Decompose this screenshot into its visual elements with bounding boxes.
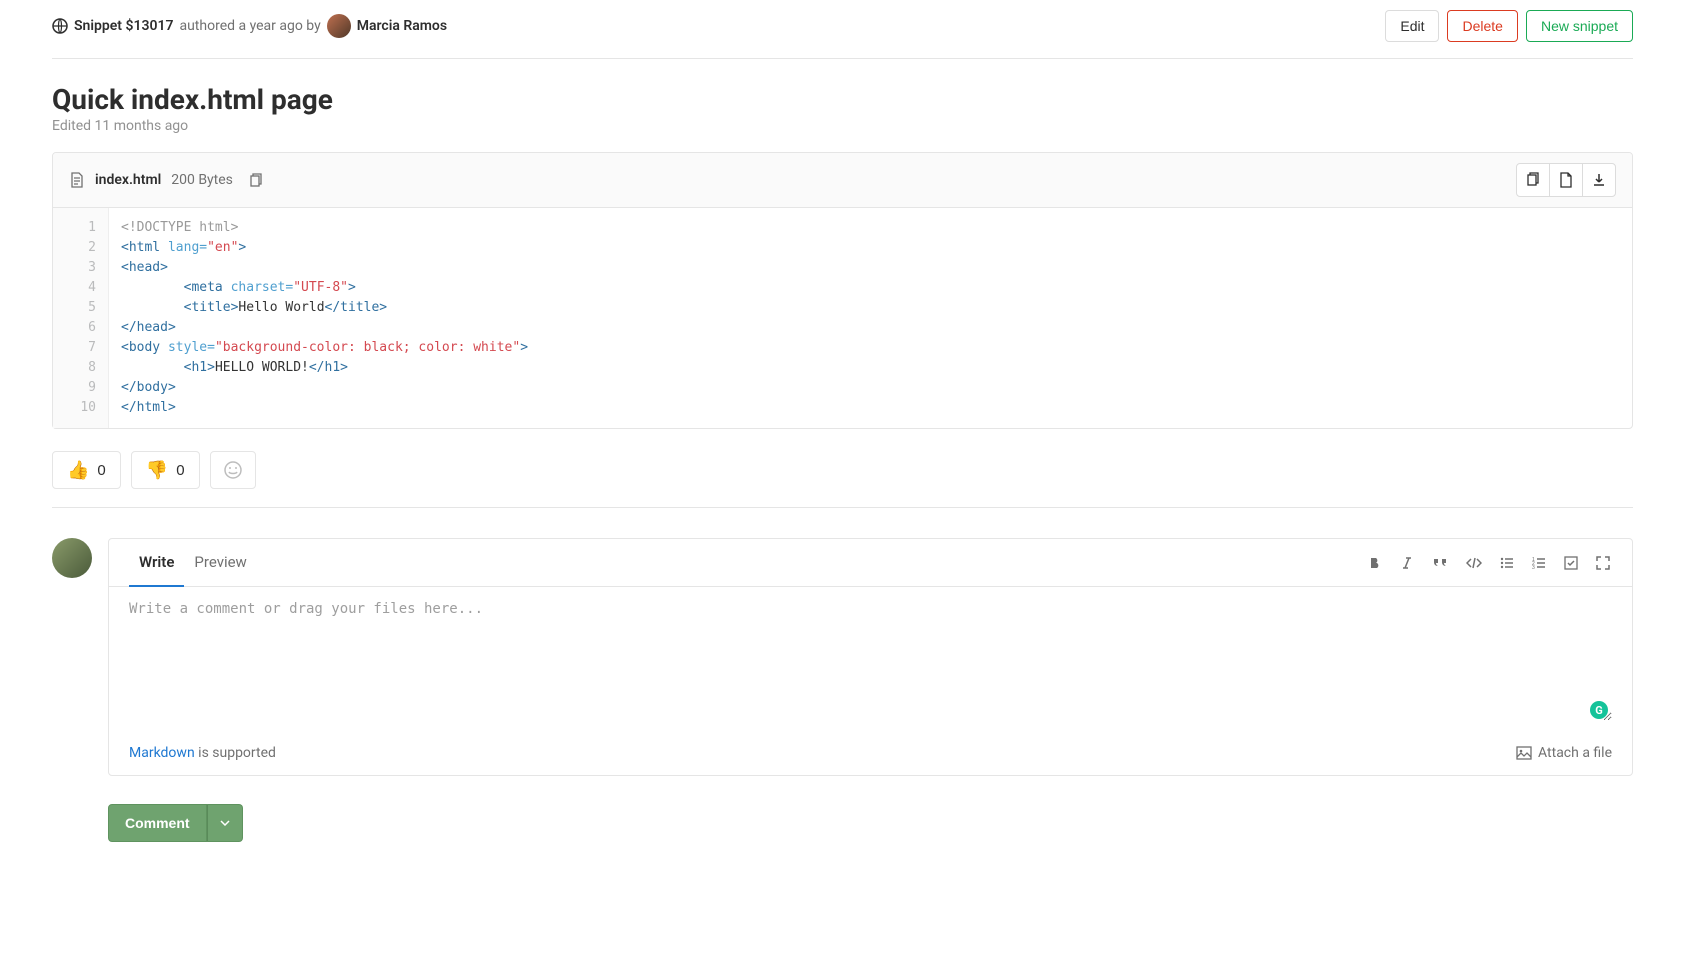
comment-submit-button[interactable]: Comment bbox=[108, 804, 207, 842]
grammarly-icon: G bbox=[1590, 701, 1608, 719]
tab-write[interactable]: Write bbox=[129, 539, 184, 587]
page-title: Quick index.html page bbox=[52, 83, 1633, 116]
task-list-icon bbox=[1564, 556, 1578, 570]
globe-icon bbox=[52, 18, 68, 34]
file-size: 200 Bytes bbox=[171, 172, 233, 188]
thumbs-up-button[interactable]: 👍 0 bbox=[52, 451, 121, 489]
header-actions: Edit Delete New snippet bbox=[1385, 10, 1633, 42]
bullet-list-button[interactable] bbox=[1498, 554, 1516, 572]
fullscreen-icon bbox=[1596, 556, 1610, 570]
comment-form: Write Preview 123 G Markdown is supporte… bbox=[108, 538, 1633, 776]
snippet-meta: Snippet $13017 authored a year ago by Ma… bbox=[52, 14, 447, 38]
svg-text:3: 3 bbox=[1532, 565, 1535, 570]
italic-button[interactable] bbox=[1398, 554, 1416, 572]
code-icon bbox=[1466, 556, 1482, 570]
edit-button[interactable]: Edit bbox=[1385, 10, 1439, 42]
thumbs-up-count: 0 bbox=[97, 462, 105, 479]
comment-dropdown-button[interactable] bbox=[207, 804, 243, 842]
italic-icon bbox=[1400, 556, 1414, 570]
snippet-id: Snippet $13017 bbox=[74, 18, 173, 34]
bullet-list-icon bbox=[1500, 556, 1514, 570]
thumbs-down-icon: 👎 bbox=[146, 461, 168, 479]
md-toolbar: 123 bbox=[1366, 554, 1612, 572]
thumbs-up-icon: 👍 bbox=[67, 461, 89, 479]
attach-file-button[interactable]: Attach a file bbox=[1516, 745, 1612, 761]
code-content[interactable]: <!DOCTYPE html><html lang="en"><head> <m… bbox=[109, 208, 1632, 428]
comment-input[interactable] bbox=[129, 601, 1612, 721]
tab-preview[interactable]: Preview bbox=[184, 539, 256, 586]
download-button[interactable] bbox=[1582, 163, 1616, 197]
chevron-down-icon bbox=[220, 820, 230, 826]
copy-icon bbox=[247, 172, 263, 188]
file-viewer: index.html 200 Bytes 12345678910 <!DOCTY… bbox=[52, 152, 1633, 429]
author-avatar[interactable] bbox=[327, 14, 351, 38]
delete-button[interactable]: Delete bbox=[1447, 10, 1517, 42]
edited-label: Edited 11 months ago bbox=[52, 118, 1633, 134]
code-button[interactable] bbox=[1464, 554, 1484, 572]
line-numbers: 12345678910 bbox=[53, 208, 109, 428]
image-icon bbox=[1516, 745, 1532, 761]
smiley-icon bbox=[223, 460, 243, 480]
document-icon bbox=[1558, 172, 1574, 188]
attach-label: Attach a file bbox=[1538, 745, 1612, 761]
quote-button[interactable] bbox=[1430, 554, 1450, 572]
author-link[interactable]: Marcia Ramos bbox=[357, 18, 447, 34]
fullscreen-button[interactable] bbox=[1594, 554, 1612, 572]
bold-icon bbox=[1368, 556, 1382, 570]
clipboard-icon bbox=[1525, 172, 1541, 188]
file-icon bbox=[69, 172, 85, 188]
thumbs-down-button[interactable]: 👎 0 bbox=[131, 451, 200, 489]
number-list-icon: 123 bbox=[1532, 556, 1546, 570]
raw-button[interactable] bbox=[1549, 163, 1583, 197]
copy-path-button[interactable] bbox=[243, 172, 267, 188]
download-icon bbox=[1591, 172, 1607, 188]
new-snippet-button[interactable]: New snippet bbox=[1526, 10, 1633, 42]
current-user-avatar[interactable] bbox=[52, 538, 92, 578]
copy-contents-button[interactable] bbox=[1516, 163, 1550, 197]
markdown-link[interactable]: Markdown bbox=[129, 745, 195, 761]
add-reaction-button[interactable] bbox=[210, 451, 256, 489]
task-list-button[interactable] bbox=[1562, 554, 1580, 572]
quote-icon bbox=[1432, 556, 1448, 570]
file-name[interactable]: index.html bbox=[95, 172, 161, 188]
markdown-supported-text: is supported bbox=[195, 745, 276, 761]
bold-button[interactable] bbox=[1366, 554, 1384, 572]
authored-text: authored a year ago by bbox=[179, 18, 320, 34]
number-list-button[interactable]: 123 bbox=[1530, 554, 1548, 572]
thumbs-down-count: 0 bbox=[176, 462, 184, 479]
